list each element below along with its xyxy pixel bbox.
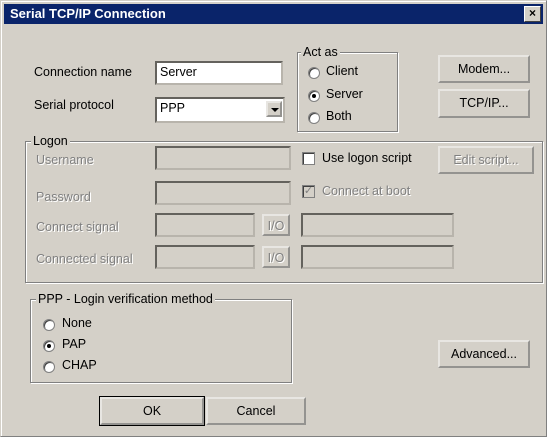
ppp-chap-radio[interactable] xyxy=(43,361,55,373)
ppp-none-radio[interactable] xyxy=(43,319,55,331)
connect-at-boot-checkbox[interactable]: ✓ xyxy=(302,185,315,198)
connected-io-label: I/O xyxy=(267,251,285,265)
connect-io-button[interactable]: I/O xyxy=(262,214,290,236)
modem-button[interactable]: Modem... xyxy=(438,55,530,83)
advanced-button[interactable]: Advanced... xyxy=(438,340,530,368)
connect-at-boot-label[interactable]: Connect at boot xyxy=(322,184,410,198)
cancel-button-label: Cancel xyxy=(236,404,276,418)
modem-button-label: Modem... xyxy=(457,62,511,76)
chevron-down-icon[interactable] xyxy=(266,101,282,117)
connect-signal-input[interactable] xyxy=(155,213,255,237)
username-label: Username xyxy=(36,153,94,167)
serial-protocol-label: Serial protocol xyxy=(34,98,114,112)
title-bar[interactable]: Serial TCP/IP Connection × xyxy=(4,4,543,24)
ppp-none-label[interactable]: None xyxy=(62,316,92,330)
advanced-button-label: Advanced... xyxy=(450,347,517,361)
ppp-verification-legend: PPP - Login verification method xyxy=(36,292,215,306)
window-title: Serial TCP/IP Connection xyxy=(10,6,166,21)
act-as-client-label[interactable]: Client xyxy=(326,64,358,78)
connected-signal-extra-input[interactable] xyxy=(301,245,454,269)
edit-script-button[interactable]: Edit script... xyxy=(438,146,534,174)
connected-signal-input[interactable] xyxy=(155,245,255,269)
ppp-pap-radio[interactable] xyxy=(43,340,55,352)
tcpip-button-label: TCP/IP... xyxy=(459,96,509,110)
password-label: Password xyxy=(36,190,91,204)
connected-signal-label: Connected signal xyxy=(36,252,133,266)
cancel-button[interactable]: Cancel xyxy=(206,397,306,425)
ppp-chap-label[interactable]: CHAP xyxy=(62,358,97,372)
act-as-legend: Act as xyxy=(301,45,340,59)
dialog-window: Serial TCP/IP Connection × Connection na… xyxy=(0,0,547,437)
serial-protocol-value: PPP xyxy=(160,101,186,115)
connect-io-label: I/O xyxy=(267,219,285,233)
serial-protocol-select[interactable]: PPP xyxy=(155,97,285,123)
password-input[interactable] xyxy=(155,181,291,205)
ok-button[interactable]: OK xyxy=(99,396,205,426)
close-icon[interactable]: × xyxy=(524,6,541,22)
username-input[interactable] xyxy=(155,146,291,170)
logon-legend: Logon xyxy=(31,134,70,148)
tcpip-button[interactable]: TCP/IP... xyxy=(438,89,530,118)
connect-signal-extra-input[interactable] xyxy=(301,213,454,237)
edit-script-button-label: Edit script... xyxy=(453,153,519,167)
act-as-both-label[interactable]: Both xyxy=(326,109,352,123)
use-logon-script-label[interactable]: Use logon script xyxy=(322,151,412,165)
ppp-pap-label[interactable]: PAP xyxy=(62,337,86,351)
connection-name-input[interactable]: Server xyxy=(155,61,283,85)
connect-signal-label: Connect signal xyxy=(36,220,119,234)
connection-name-label: Connection name xyxy=(34,65,132,79)
act-as-server-label[interactable]: Server xyxy=(326,87,363,101)
connected-io-button[interactable]: I/O xyxy=(262,246,290,268)
ok-button-label: OK xyxy=(142,404,162,418)
use-logon-script-checkbox[interactable] xyxy=(302,152,315,165)
act-as-server-radio[interactable] xyxy=(308,90,320,102)
act-as-both-radio[interactable] xyxy=(308,112,320,124)
act-as-client-radio[interactable] xyxy=(308,67,320,79)
act-as-group: Act as Client Server Both xyxy=(297,45,398,132)
